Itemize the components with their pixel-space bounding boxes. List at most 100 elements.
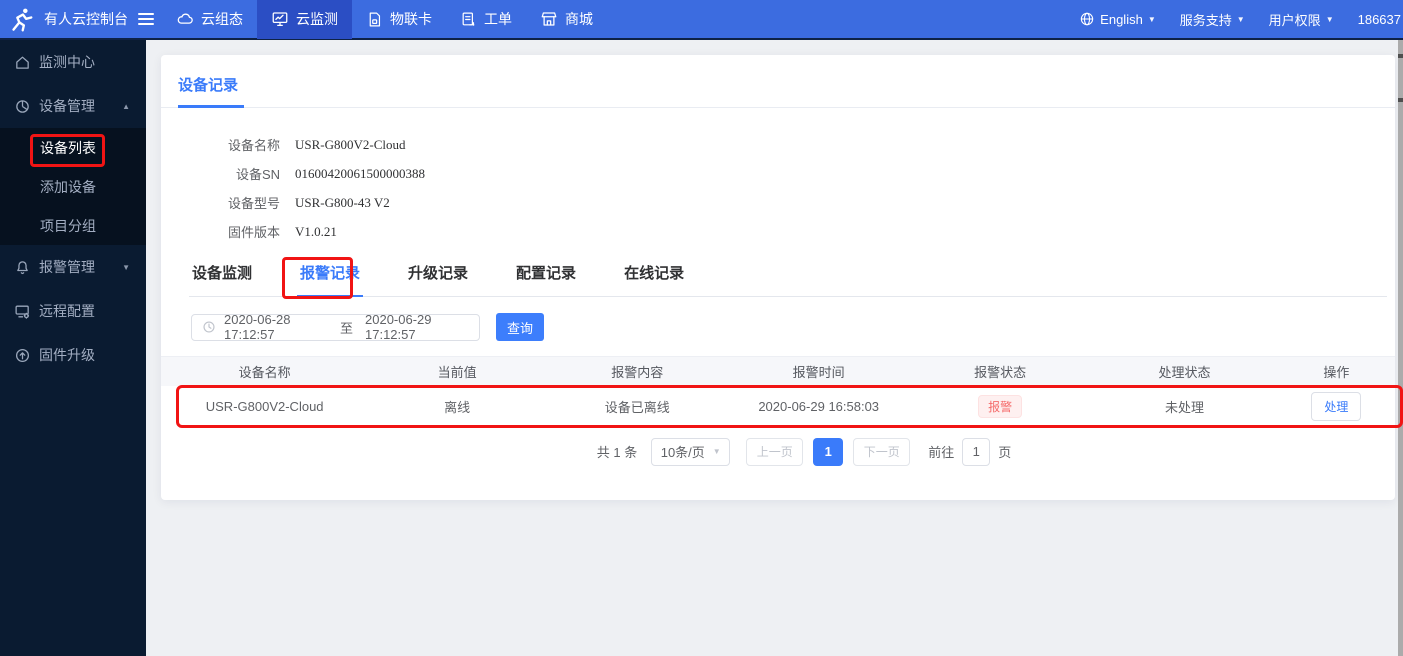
goto-unit-label: 页 bbox=[998, 445, 1012, 460]
goto-page: 前往 页 bbox=[928, 437, 1012, 466]
header-divider bbox=[161, 105, 1395, 108]
hamburger-menu-icon[interactable] bbox=[138, 12, 154, 26]
cell-device-name: USR-G800V2-Cloud bbox=[161, 385, 369, 428]
sidebar-item-label: 添加设备 bbox=[40, 178, 96, 195]
col-device-name: 设备名称 bbox=[161, 356, 369, 386]
sidebar-item-label: 设备管理 bbox=[39, 98, 95, 114]
page-size-value: 10条/页 bbox=[660, 445, 705, 460]
vertical-scrollbar[interactable] bbox=[1398, 40, 1403, 656]
sidebar-item-label: 远程配置 bbox=[39, 303, 95, 319]
alarm-record-table: 设备名称 当前值 报警内容 报警时间 报警状态 处理状态 操作 USR-G800… bbox=[161, 356, 1395, 428]
current-page-button[interactable]: 1 bbox=[813, 437, 844, 466]
bell-icon bbox=[14, 259, 31, 276]
device-name-label: 设备名称 bbox=[227, 138, 280, 153]
tab-online-record[interactable]: 在线记录 bbox=[621, 262, 687, 297]
sidebar-item-label: 监测中心 bbox=[39, 54, 95, 70]
device-info-row: 设备SN 01600420061500000388 bbox=[161, 159, 1395, 188]
brand: 有人云控制台 bbox=[0, 6, 162, 33]
permissions-label: 用户权限 bbox=[1268, 12, 1321, 28]
device-sn-value: 01600420061500000388 bbox=[295, 165, 425, 181]
col-current-value: 当前值 bbox=[368, 356, 546, 386]
card-header: 设备记录 bbox=[161, 55, 1395, 107]
device-name-value: USR-G800V2-Cloud bbox=[295, 136, 406, 152]
language-dropdown[interactable]: English ▼ bbox=[1079, 11, 1156, 27]
topnav-item-mall[interactable]: 商城 bbox=[526, 0, 607, 39]
support-label: 服务支持 bbox=[1179, 12, 1232, 28]
sidebar-item-alarm-management[interactable]: 报警管理 ▼ bbox=[0, 245, 146, 289]
language-label: English bbox=[1100, 11, 1143, 27]
firmware-version-value: V1.0.21 bbox=[295, 223, 337, 239]
topnav-label: 物联卡 bbox=[390, 11, 432, 27]
sidebar-item-firmware-upgrade[interactable]: 固件升级 bbox=[0, 333, 146, 377]
account-number[interactable]: 186637 bbox=[1358, 12, 1401, 27]
col-alarm-content: 报警内容 bbox=[545, 356, 729, 386]
sidebar-item-label: 固件升级 bbox=[39, 347, 95, 363]
topnav-label: 工单 bbox=[484, 11, 512, 27]
topnav-item-work-order[interactable]: 工单 bbox=[446, 0, 526, 39]
device-icon bbox=[14, 98, 31, 115]
topnav-item-cloud-scada[interactable]: 云组态 bbox=[162, 0, 257, 39]
topnav-item-cloud-monitor[interactable]: 云监测 bbox=[257, 0, 352, 39]
filter-bar: 2020-06-28 17:12:57 至 2020-06-29 17:12:5… bbox=[191, 312, 1395, 342]
chevron-down-icon: ▼ bbox=[1325, 14, 1334, 24]
sidebar-item-device-list[interactable]: 设备列表 bbox=[0, 128, 146, 167]
end-datetime: 2020-06-29 17:12:57 bbox=[365, 312, 432, 342]
device-record-card: 设备记录 设备名称 USR-G800V2-Cloud 设备SN 01600420… bbox=[161, 55, 1395, 500]
sidebar-item-label: 报警管理 bbox=[39, 259, 95, 275]
ticket-icon bbox=[460, 11, 477, 28]
cell-alarm-status: 报警 bbox=[908, 385, 1092, 428]
store-icon bbox=[540, 10, 558, 28]
date-range-input[interactable]: 2020-06-28 17:12:57 至 2020-06-29 17:12:5… bbox=[191, 312, 480, 342]
tab-config-record[interactable]: 配置记录 bbox=[513, 262, 579, 297]
sidebar-item-project-group[interactable]: 项目分组 bbox=[0, 206, 146, 245]
cell-operation: 处理 bbox=[1277, 385, 1395, 428]
cell-alarm-content: 设备已离线 bbox=[545, 385, 729, 428]
pagination: 共 1 条 10条/页 ▼ 上一页 1 下一页 前往 页 bbox=[161, 437, 1395, 466]
usr-logo-icon bbox=[9, 6, 36, 33]
sidebar-item-label: 设备列表 bbox=[40, 139, 96, 156]
support-dropdown[interactable]: 服务支持 ▼ bbox=[1180, 10, 1245, 29]
device-sn-label: 设备SN bbox=[235, 167, 280, 182]
tab-alarm-record[interactable]: 报警记录 bbox=[297, 262, 364, 297]
sidebar-item-label: 项目分组 bbox=[40, 217, 96, 234]
page-size-select[interactable]: 10条/页 ▼ bbox=[651, 437, 731, 466]
page-title: 设备记录 bbox=[178, 77, 239, 94]
topnav-label: 云监测 bbox=[296, 11, 338, 27]
sidebar-item-remote-config[interactable]: 远程配置 bbox=[0, 289, 146, 333]
device-info-row: 设备型号 USR-G800-43 V2 bbox=[161, 188, 1395, 217]
goto-page-input[interactable] bbox=[962, 437, 991, 466]
col-alarm-time: 报警时间 bbox=[728, 356, 909, 386]
cloud-icon bbox=[176, 10, 194, 28]
topnav-label: 云组态 bbox=[201, 11, 243, 27]
globe-icon bbox=[1079, 11, 1095, 27]
tab-upgrade-record[interactable]: 升级记录 bbox=[405, 262, 471, 297]
chevron-down-icon: ▼ bbox=[1147, 14, 1156, 24]
query-button[interactable]: 查询 bbox=[496, 313, 544, 341]
topnav-item-iot-sim[interactable]: 物联卡 bbox=[352, 0, 446, 39]
title-active-indicator bbox=[178, 105, 244, 108]
sidebar-item-device-management[interactable]: 设备管理 ▲ bbox=[0, 84, 146, 128]
permissions-dropdown[interactable]: 用户权限 ▼ bbox=[1269, 10, 1334, 29]
app-title: 有人云控制台 bbox=[44, 11, 128, 27]
device-model-label: 设备型号 bbox=[227, 196, 280, 211]
next-page-button[interactable]: 下一页 bbox=[853, 437, 911, 466]
prev-page-button[interactable]: 上一页 bbox=[746, 437, 804, 466]
handle-button[interactable]: 处理 bbox=[1311, 392, 1362, 421]
sidebar-item-monitor-center[interactable]: 监测中心 bbox=[0, 40, 146, 84]
firmware-upgrade-icon bbox=[14, 347, 31, 364]
cell-current-value: 离线 bbox=[368, 385, 546, 428]
sidebar-submenu-device: 设备列表 添加设备 项目分组 bbox=[0, 128, 146, 245]
cell-alarm-time: 2020-06-29 16:58:03 bbox=[728, 385, 909, 428]
tab-device-monitor[interactable]: 设备监测 bbox=[189, 262, 255, 297]
main-content: 设备记录 设备名称 USR-G800V2-Cloud 设备SN 01600420… bbox=[146, 40, 1403, 656]
topnav-label: 商城 bbox=[565, 11, 593, 27]
chevron-down-icon: ▼ bbox=[1236, 14, 1245, 24]
device-info-row: 设备名称 USR-G800V2-Cloud bbox=[161, 130, 1395, 159]
device-model-value: USR-G800-43 V2 bbox=[295, 194, 390, 210]
chevron-down-icon: ▼ bbox=[122, 262, 130, 272]
topbar: 有人云控制台 云组态 云监测 物联卡 工单 商城 English ▼ 服务支持 … bbox=[0, 0, 1403, 40]
sidebar-item-add-device[interactable]: 添加设备 bbox=[0, 167, 146, 206]
chevron-up-icon: ▲ bbox=[122, 101, 130, 111]
scrollbar-mark bbox=[1398, 54, 1403, 58]
device-info-row: 固件版本 V1.0.21 bbox=[161, 217, 1395, 246]
